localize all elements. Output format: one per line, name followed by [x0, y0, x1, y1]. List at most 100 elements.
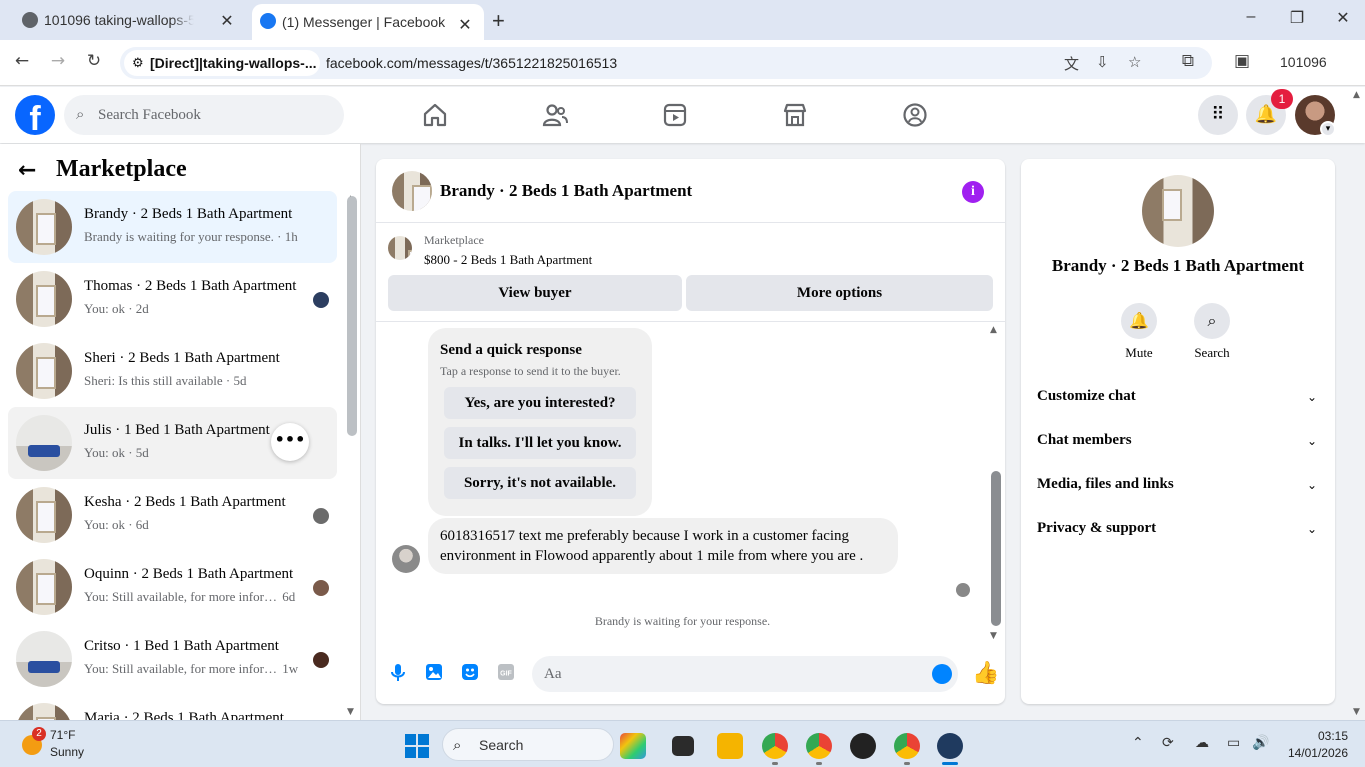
chat-members-section[interactable]: Chat members ⌄	[1029, 422, 1327, 462]
conversation-item[interactable]: Sheri · 2 Beds 1 Bath Apartment Sheri: I…	[8, 335, 337, 407]
tab-close-icon[interactable]: ✕	[218, 11, 236, 31]
sidebar-scrollbar[interactable]	[347, 196, 357, 436]
chrome-icon[interactable]	[762, 733, 788, 759]
conversation-name: Brandy · 2 Beds 1 Bath Apartment	[84, 206, 293, 222]
close-window-button[interactable]: ✕	[1328, 8, 1358, 28]
back-arrow-icon[interactable]: ←	[18, 158, 36, 183]
conversation-avatar	[16, 271, 72, 327]
quick-reply-button[interactable]: Yes, are you interested?	[444, 387, 636, 419]
read-receipt-avatar	[313, 292, 329, 308]
weather-temperature[interactable]: 71°F	[50, 728, 75, 742]
forward-icon[interactable]: →	[46, 51, 70, 71]
video-icon[interactable]	[661, 101, 691, 129]
mute-button[interactable]: 🔔 Mute	[1109, 303, 1169, 361]
emoji-icon[interactable]	[932, 664, 952, 684]
message-bubble[interactable]: 6018316517 text me preferably because I …	[428, 518, 898, 574]
bookmark-star-icon[interactable]: ☆	[1128, 53, 1141, 71]
browser-tab-1[interactable]: 101096 taking-wallops-526 ✕	[10, 0, 246, 40]
volume-icon[interactable]: 🔊	[1252, 735, 1269, 751]
facebook-search-input[interactable]	[98, 95, 328, 135]
groups-icon[interactable]	[901, 101, 931, 129]
browser-profile-label[interactable]: 101096	[1280, 54, 1327, 70]
taskbar-search[interactable]: ⌕ Search	[442, 728, 614, 761]
conversation-more-button[interactable]: •••	[271, 423, 309, 461]
marketplace-listing-card: Marketplace $800 - 2 Beds 1 Bath Apartme…	[376, 224, 1005, 322]
quick-reply-button[interactable]: In talks. I'll let you know.	[444, 427, 636, 459]
gif-icon[interactable]: GIF	[496, 662, 516, 682]
conversation-item[interactable]: Critso · 1 Bed 1 Bath Apartment You: Sti…	[8, 623, 337, 695]
scroll-down-arrow-icon[interactable]: ▼	[990, 631, 997, 641]
menu-grid-icon[interactable]: ⠿	[1198, 95, 1238, 135]
back-icon[interactable]: ←	[10, 51, 34, 71]
minimize-button[interactable]: –	[1236, 8, 1266, 26]
conversation-item[interactable]: Brandy · 2 Beds 1 Bath Apartment Brandy …	[8, 191, 337, 263]
browser-toolbar: ← → ↻ ⚙ [Direct]|taking-wallops-... face…	[0, 40, 1365, 86]
more-options-button[interactable]: More options	[686, 275, 993, 311]
clock-date[interactable]: 14/01/2026	[1280, 746, 1348, 760]
home-icon[interactable]	[421, 101, 451, 129]
weather-condition[interactable]: Sunny	[50, 745, 84, 759]
quick-reply-button[interactable]: Sorry, it's not available.	[444, 467, 636, 499]
marketplace-label: Marketplace	[424, 233, 484, 247]
info-avatar[interactable]	[1142, 175, 1214, 247]
info-icon[interactable]: i	[962, 181, 984, 203]
conversation-item[interactable]: Oquinn · 2 Beds 1 Bath Apartment You: St…	[8, 551, 337, 623]
page-scroll-up-arrow-icon[interactable]: ▲	[1353, 90, 1360, 100]
section-title: Privacy & support	[1037, 520, 1157, 536]
conversation-item[interactable]: Julis · 1 Bed 1 Bath Apartment You: ok ·…	[8, 407, 337, 479]
clock-time[interactable]: 03:15	[1290, 729, 1348, 743]
install-icon[interactable]: ⇩	[1096, 53, 1109, 71]
conversation-name: Sheri · 2 Beds 1 Bath Apartment	[84, 350, 280, 366]
maximize-button[interactable]: ❐	[1282, 8, 1312, 28]
url-text[interactable]: facebook.com/messages/t/3651221825016513	[326, 47, 617, 79]
extensions-icon[interactable]: ⧉	[1176, 51, 1200, 71]
cloud-off-icon[interactable]: ☁	[1195, 735, 1209, 751]
photo-icon[interactable]	[424, 662, 444, 682]
facebook-search[interactable]: ⌕	[64, 95, 344, 135]
thumbs-up-icon[interactable]: 👍	[972, 661, 999, 686]
terminal-app-icon[interactable]	[672, 736, 694, 756]
conversation-item[interactable]: Kesha · 2 Beds 1 Bath Apartment You: ok …	[8, 479, 337, 551]
scroll-up-arrow-icon[interactable]: ▲	[990, 325, 997, 335]
chrome-profile-icon[interactable]	[894, 733, 920, 759]
app-icon[interactable]	[850, 733, 876, 759]
reload-icon[interactable]: ↻	[82, 51, 106, 71]
page-scroll-down-arrow-icon[interactable]: ▼	[1353, 707, 1360, 717]
message-input[interactable]	[532, 656, 958, 692]
search-button[interactable]: ⌕ Search	[1182, 303, 1242, 361]
new-tab-button[interactable]: +	[492, 8, 505, 34]
chrome-profile-icon[interactable]	[806, 733, 832, 759]
file-explorer-icon[interactable]	[717, 733, 743, 759]
tab-close-icon[interactable]: ✕	[456, 15, 474, 35]
sticker-icon[interactable]	[460, 662, 480, 682]
chevron-down-icon[interactable]: ▾	[1320, 121, 1336, 137]
site-chip[interactable]: ⚙ [Direct]|taking-wallops-...	[124, 50, 320, 76]
search-icon: ⌕	[1194, 303, 1230, 339]
marketplace-icon[interactable]	[781, 101, 811, 129]
page-favicon-icon	[22, 12, 38, 28]
windows-start-icon[interactable]	[405, 734, 429, 758]
address-bar[interactable]: ⚙ [Direct]|taking-wallops-... facebook.c…	[120, 47, 1212, 79]
browser-tab-2[interactable]: (1) Messenger | Facebook ✕	[252, 4, 484, 40]
chevron-up-icon[interactable]: ⌃	[1132, 735, 1144, 751]
conversation-item[interactable]: Thomas · 2 Beds 1 Bath Apartment You: ok…	[8, 263, 337, 335]
app-icon[interactable]	[620, 733, 646, 759]
media-files-section[interactable]: Media, files and links ⌄	[1029, 466, 1327, 506]
view-buyer-button[interactable]: View buyer	[388, 275, 682, 311]
network-icon[interactable]: ▭	[1227, 735, 1240, 751]
friends-icon[interactable]	[541, 101, 571, 129]
chat-avatar[interactable]	[392, 171, 432, 211]
privacy-support-section[interactable]: Privacy & support ⌄	[1029, 510, 1327, 550]
conversation-item[interactable]: Maria · 2 Beds 1 Bath Apartment	[8, 695, 337, 720]
chat-scrollbar[interactable]	[991, 471, 1001, 626]
active-app-icon[interactable]	[937, 733, 963, 759]
sync-icon[interactable]: ⟳	[1162, 735, 1174, 751]
facebook-logo[interactable]: f	[15, 95, 55, 135]
chat-title[interactable]: Brandy · 2 Beds 1 Bath Apartment	[440, 181, 692, 201]
microphone-icon[interactable]	[388, 662, 408, 682]
translate-icon[interactable]: 文	[1064, 53, 1079, 74]
scroll-down-arrow-icon[interactable]: ▼	[347, 707, 354, 717]
running-indicator	[942, 762, 958, 765]
customize-chat-section[interactable]: Customize chat ⌄	[1029, 378, 1327, 418]
tab-search-icon[interactable]: ▣	[1230, 51, 1254, 71]
